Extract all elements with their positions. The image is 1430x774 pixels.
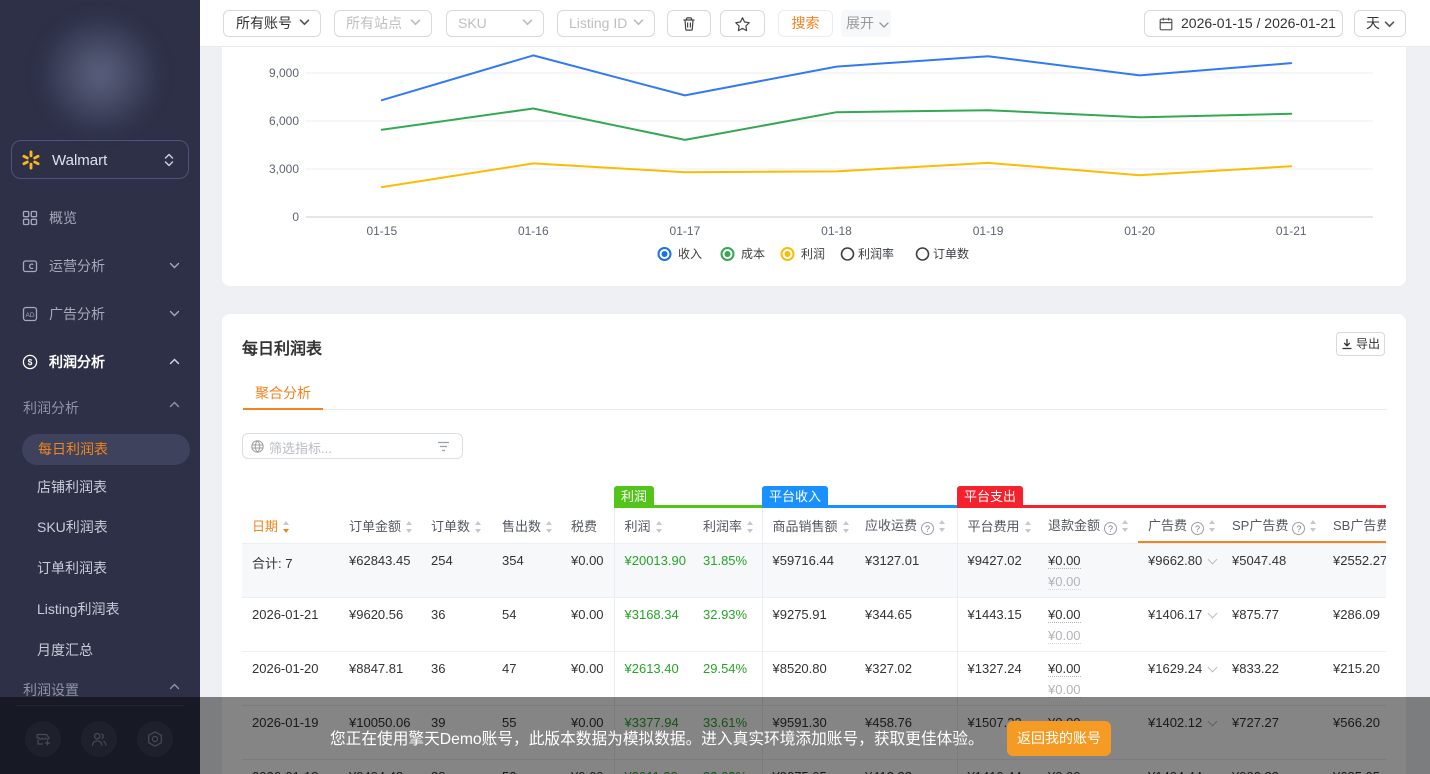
svg-text:01-15: 01-15 <box>366 224 397 238</box>
svg-text:订单数: 订单数 <box>933 246 969 261</box>
svg-text:01-19: 01-19 <box>973 224 1004 238</box>
svg-text:利润率: 利润率 <box>858 246 894 261</box>
svg-text:01-17: 01-17 <box>670 224 701 238</box>
svg-text:01-16: 01-16 <box>518 224 549 238</box>
svg-text:9,000: 9,000 <box>269 66 299 80</box>
svg-text:3,000: 3,000 <box>269 162 299 176</box>
svg-text:$: $ <box>28 357 33 367</box>
svg-text:成本: 成本 <box>741 247 765 261</box>
svg-text:0: 0 <box>292 210 299 224</box>
svg-text:收入: 收入 <box>678 247 702 261</box>
svg-text:利润: 利润 <box>801 247 825 261</box>
svg-text:AD: AD <box>25 312 34 319</box>
svg-text:01-20: 01-20 <box>1124 224 1155 238</box>
svg-text:01-18: 01-18 <box>821 224 852 238</box>
svg-text:6,000: 6,000 <box>269 114 299 128</box>
svg-text:01-21: 01-21 <box>1276 224 1307 238</box>
